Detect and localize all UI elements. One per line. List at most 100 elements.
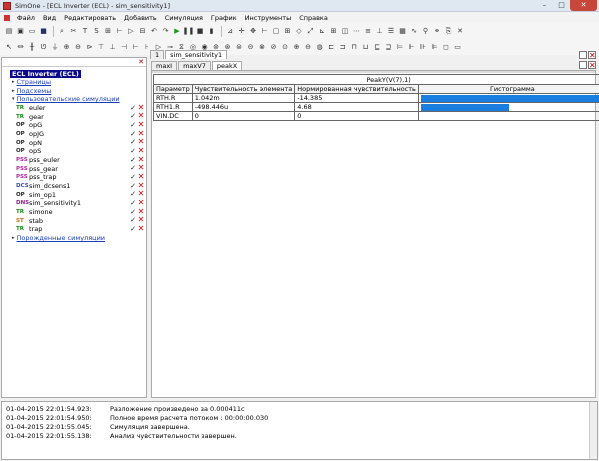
sim-name[interactable]: trap xyxy=(29,225,42,233)
maximize-button[interactable]: □ xyxy=(553,0,570,11)
expand-icon[interactable]: ▸ xyxy=(12,235,15,241)
port-icon[interactable]: ⊩ xyxy=(407,42,417,52)
edit-sim-icon[interactable]: ✓ xyxy=(129,147,137,155)
tab-peakX[interactable]: peakX xyxy=(211,61,243,70)
nmos-icon[interactable]: ⊣ xyxy=(119,42,129,52)
sim-name[interactable]: opJG xyxy=(29,130,44,138)
legend-icon[interactable]: ≡ xyxy=(363,26,373,36)
diode-icon[interactable]: ▷ xyxy=(126,26,136,36)
sim-item[interactable]: TR euler ✓ ✕ xyxy=(16,103,146,113)
src9-icon[interactable]: ⊙ xyxy=(280,42,290,52)
sim-item[interactable]: OP sim_op1 ✓ ✕ xyxy=(16,190,146,199)
tab-maxI[interactable]: maxI xyxy=(151,61,178,70)
src11-icon[interactable]: ⊖ xyxy=(303,42,313,52)
close-button[interactable]: ✕ xyxy=(570,0,597,11)
edit-sim-icon[interactable]: ✓ xyxy=(129,112,137,120)
text-icon[interactable]: T xyxy=(80,26,90,36)
gate3-icon[interactable]: ⊓ xyxy=(349,42,359,52)
link-icon[interactable]: ⚭ xyxy=(432,26,442,36)
ground-icon[interactable]: ⏚ xyxy=(50,42,60,52)
sim-name[interactable]: pss_trap xyxy=(29,173,56,181)
menu-help[interactable]: Справка xyxy=(295,14,332,22)
component-icon[interactable]: ⊞ xyxy=(103,26,113,36)
sim-name[interactable]: opS xyxy=(29,147,41,155)
fit-icon[interactable]: ⤢ xyxy=(306,26,316,36)
save-icon[interactable]: ■ xyxy=(39,26,49,36)
edit-sim-icon[interactable]: ✓ xyxy=(129,130,137,138)
zoom-icon[interactable]: ⌕ xyxy=(57,26,67,36)
gate6-icon[interactable]: ⊒ xyxy=(384,42,394,52)
scale-icon[interactable]: ⊞ xyxy=(283,26,293,36)
shape-icon[interactable]: ▭ xyxy=(453,42,463,52)
menu-file[interactable]: Файл xyxy=(13,14,39,22)
tree-subcircuits[interactable]: ▸ Подсхемы xyxy=(12,87,146,96)
edit-sim-icon[interactable]: ✓ xyxy=(129,138,137,146)
npn-icon[interactable]: ⊤ xyxy=(96,42,106,52)
float-icon[interactable] xyxy=(579,51,587,59)
sim-item[interactable]: OP opG ✓ ✕ xyxy=(16,120,146,130)
pointer-icon[interactable]: ↖ xyxy=(4,42,14,52)
edit-sim-icon[interactable]: ✓ xyxy=(129,190,137,198)
stop-icon[interactable]: ■ xyxy=(195,26,205,36)
misc-icon[interactable]: ◻ xyxy=(441,42,451,52)
sim-item[interactable]: DCS sim_dcsens1 ✓ ✕ xyxy=(16,181,146,191)
sim-name[interactable]: gear xyxy=(29,113,44,121)
resistor-icon[interactable]: ⏛ xyxy=(16,42,26,52)
cursor-icon[interactable]: ✛ xyxy=(237,26,247,36)
expand-icon[interactable]: ▸ xyxy=(12,79,15,85)
vsource-icon[interactable]: ⊕ xyxy=(62,42,72,52)
pause-icon[interactable]: ❚❚ xyxy=(183,26,195,36)
capacitor-icon[interactable]: ╫ xyxy=(27,42,37,52)
sim-item[interactable]: PSS pss_trap ✓ ✕ xyxy=(16,173,146,182)
sim-name[interactable]: opG xyxy=(29,121,42,129)
table-row[interactable]: RTH1.R-498.446u4.6848 xyxy=(153,102,599,112)
edit-sim-icon[interactable]: ✓ xyxy=(129,164,137,172)
wave-icon[interactable]: ∿ xyxy=(409,26,419,36)
sim-name[interactable]: pss_gear xyxy=(29,165,58,173)
src8-icon[interactable]: ⊘ xyxy=(269,42,279,52)
sim-name[interactable]: opN xyxy=(29,139,42,147)
open-icon[interactable]: ▭ xyxy=(27,26,37,36)
src7-icon[interactable]: ⊗ xyxy=(257,42,267,52)
edit-sim-icon[interactable]: ✓ xyxy=(129,216,137,224)
float-result-icon[interactable] xyxy=(579,61,587,69)
sim-item[interactable]: TR trap ✓ ✕ xyxy=(16,225,146,234)
dots-icon[interactable]: ⋯ xyxy=(352,26,362,36)
sim-item[interactable]: TR gear ✓ ✕ xyxy=(16,112,146,121)
table-row[interactable]: RTH.R1.042m-14.385100 xyxy=(153,93,599,103)
sim-name[interactable]: stab xyxy=(29,217,43,225)
src6-icon[interactable]: ⊝ xyxy=(246,42,256,52)
graph-icon[interactable]: ⊿ xyxy=(225,26,235,36)
edit-sim-icon[interactable]: ✓ xyxy=(129,182,137,190)
marker-icon[interactable]: ◇ xyxy=(294,26,304,36)
close-result-icon[interactable]: ✕ xyxy=(588,61,596,70)
menu-graph[interactable]: График xyxy=(207,14,241,22)
pan-icon[interactable]: ✥ xyxy=(248,26,258,36)
label-icon[interactable]: ⊫ xyxy=(430,42,440,52)
probe-icon[interactable]: ⚲ xyxy=(421,26,431,36)
sim-item[interactable]: OP opJG ✓ ✕ xyxy=(16,129,146,139)
delete-sim-icon[interactable]: ✕ xyxy=(137,120,145,129)
grid-icon[interactable]: ⊞ xyxy=(329,26,339,36)
expand-icon[interactable]: ▸ xyxy=(12,88,15,94)
tab-doc-1[interactable]: 1 xyxy=(150,50,165,59)
log-scrollbar[interactable] xyxy=(589,402,597,459)
sim-item[interactable]: OP opN ✓ ✕ xyxy=(16,138,146,147)
collapse-icon[interactable]: ▾ xyxy=(12,96,15,102)
export-icon[interactable]: ⎘ xyxy=(444,26,454,36)
delete-sim-icon[interactable]: ✕ xyxy=(137,199,145,207)
delete-icon[interactable]: ✕ xyxy=(455,26,465,36)
cut-icon[interactable]: ✂ xyxy=(69,26,79,36)
delete-sim-icon[interactable]: ✕ xyxy=(137,112,145,120)
delete-sim-icon[interactable]: ✕ xyxy=(137,225,145,233)
table-icon[interactable]: ▦ xyxy=(398,26,408,36)
wire-icon[interactable]: ⊢ xyxy=(115,26,125,36)
sim-item[interactable]: ST stab ✓ ✕ xyxy=(16,216,146,225)
src12-icon[interactable]: ◍ xyxy=(315,42,325,52)
net-icon[interactable]: ⊪ xyxy=(418,42,428,52)
tab-sim-sensitivity1[interactable]: sim_sensitivity1 xyxy=(165,50,228,59)
axis-icon[interactable]: ⊥ xyxy=(375,26,385,36)
src10-icon[interactable]: ⊕ xyxy=(292,42,302,52)
edit-sim-icon[interactable]: ✓ xyxy=(129,225,137,233)
edit-sim-icon[interactable]: ✓ xyxy=(129,199,137,207)
